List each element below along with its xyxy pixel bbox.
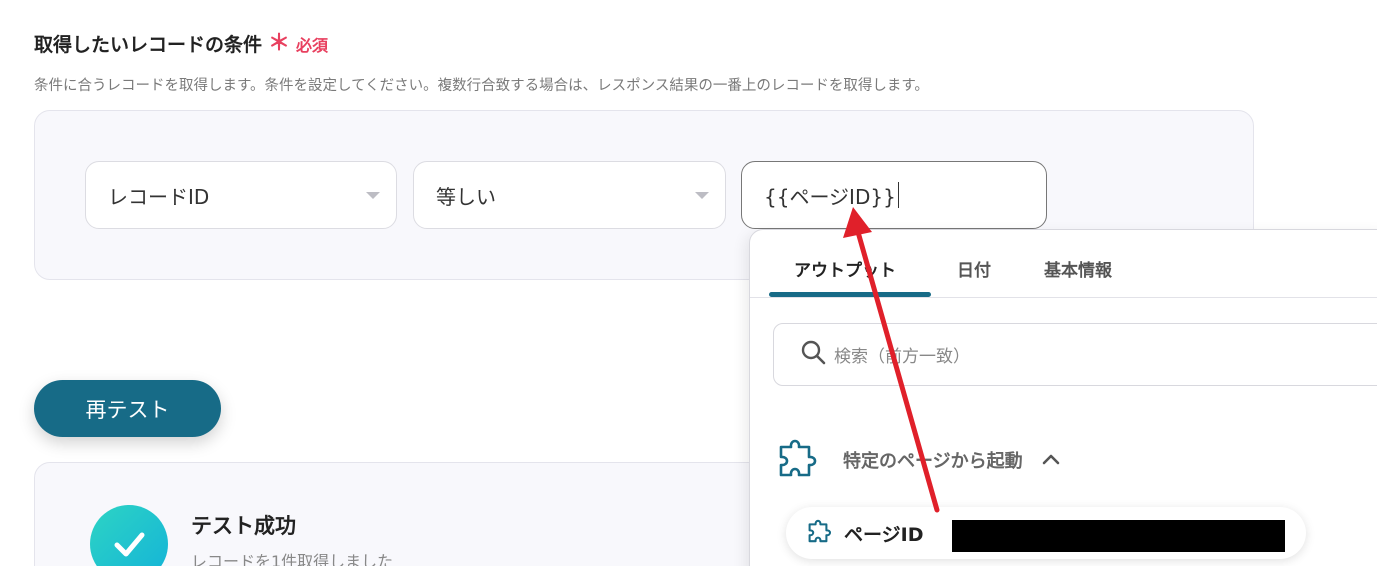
output-item-label: ページID: [844, 523, 924, 546]
retest-button[interactable]: 再テスト: [34, 380, 221, 437]
required-asterisk: ＊: [268, 30, 291, 56]
section-description: 条件に合うレコードを取得します。条件を設定してください。複数行合致する場合は、レ…: [34, 78, 929, 94]
caret-down-icon: [366, 192, 380, 199]
tab-divider: [750, 297, 1377, 298]
condition-value-text: {{ページID}}: [764, 184, 896, 209]
search-placeholder: 検索（前方一致）: [834, 347, 970, 367]
group-label: 特定のページから起動: [843, 451, 1023, 472]
required-label: 必須: [296, 35, 329, 55]
test-success-subtitle: レコードを1件取得しました: [191, 552, 394, 566]
condition-value-input[interactable]: {{ページID}}: [741, 161, 1047, 229]
field-select-value: レコードID: [108, 184, 210, 209]
operator-select-value: 等しい: [436, 184, 496, 209]
field-select[interactable]: レコードID: [85, 161, 397, 229]
test-success-title: テスト成功: [191, 514, 296, 538]
puzzle-icon: [775, 433, 825, 487]
section-title: 取得したいレコードの条件 ＊ 必須: [34, 30, 328, 57]
puzzle-icon: [806, 516, 836, 550]
output-group-header[interactable]: 特定のページから起動: [775, 433, 1061, 487]
redacted-value: [952, 520, 1285, 552]
tab-date[interactable]: 日付: [957, 256, 991, 281]
section-title-text: 取得したいレコードの条件: [34, 34, 263, 56]
search-input[interactable]: 検索（前方一致）: [773, 323, 1377, 386]
tab-basic-info[interactable]: 基本情報: [1044, 256, 1112, 281]
search-icon: [800, 339, 826, 370]
caret-down-icon: [695, 192, 709, 199]
operator-select[interactable]: 等しい: [413, 161, 726, 229]
chevron-up-icon: [1041, 451, 1061, 470]
text-cursor: [897, 182, 899, 208]
tab-output[interactable]: アウトプット: [794, 256, 896, 281]
